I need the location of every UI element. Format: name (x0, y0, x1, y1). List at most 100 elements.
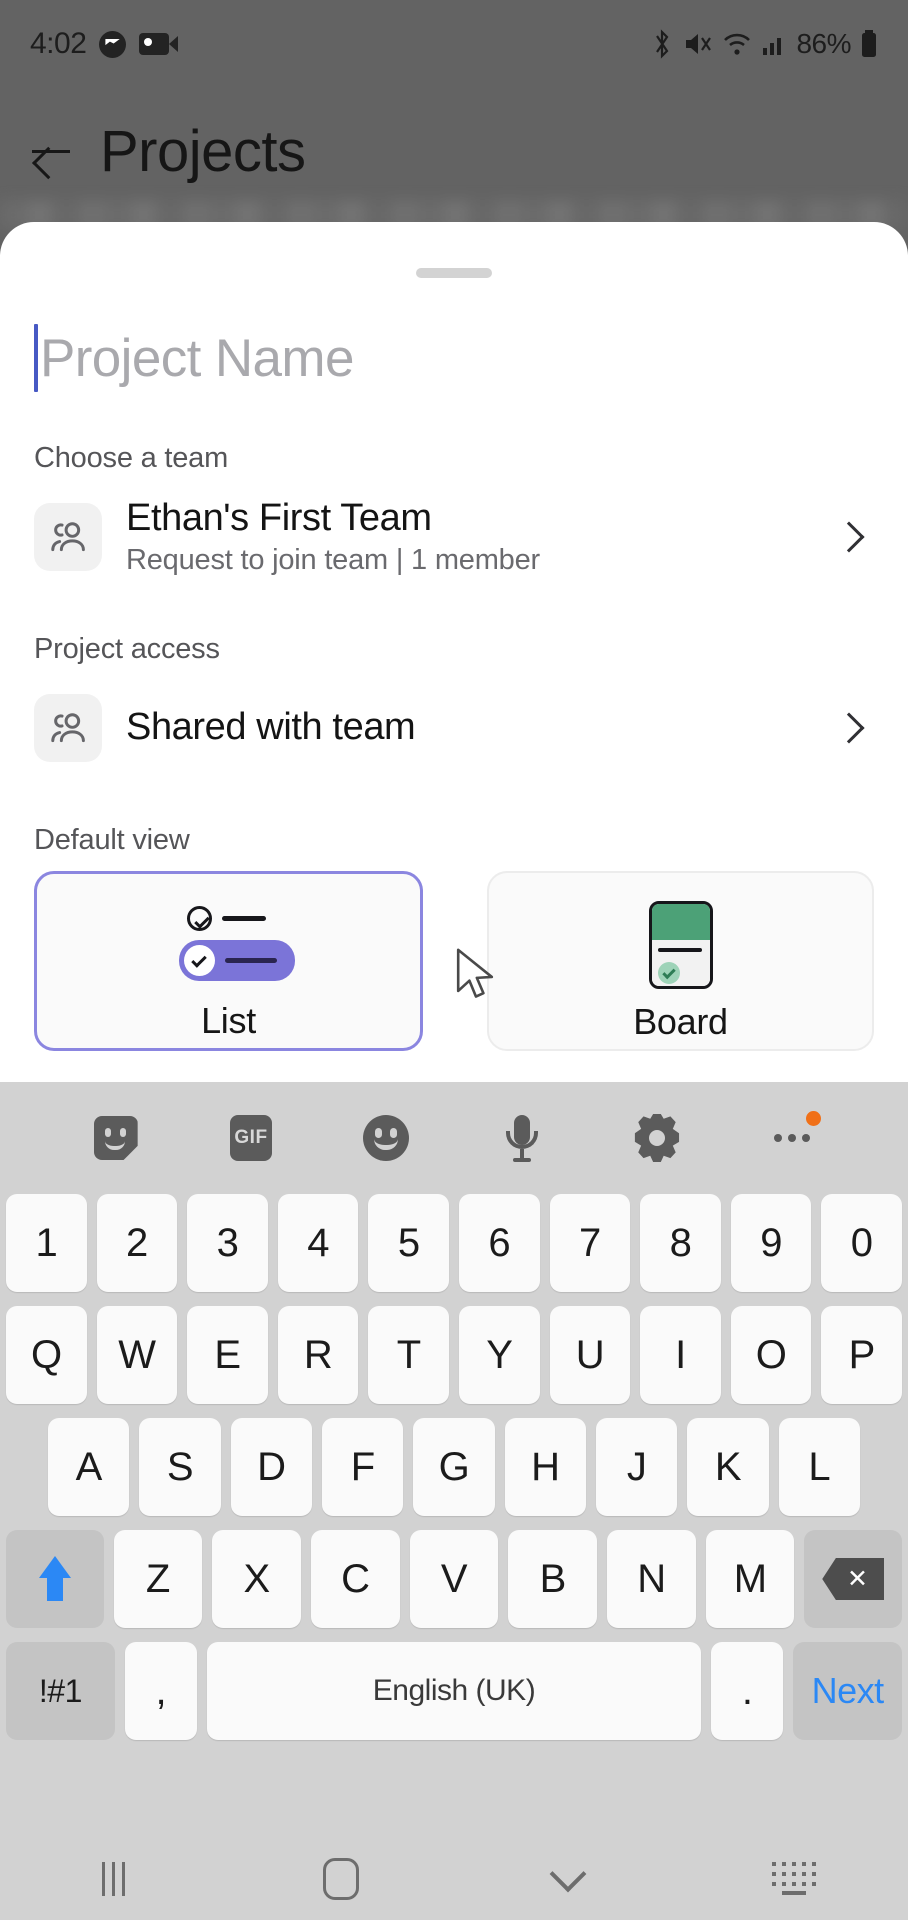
period-key[interactable]: . (711, 1642, 784, 1740)
status-bar-left: 4:02 (30, 27, 179, 61)
key-h[interactable]: H (504, 1418, 586, 1516)
space-key[interactable]: English (UK) (206, 1642, 702, 1740)
key-q[interactable]: Q (6, 1306, 87, 1404)
keyboard-switch-button[interactable] (681, 1838, 908, 1920)
key-z[interactable]: Z (113, 1530, 203, 1628)
key-e[interactable]: E (187, 1306, 268, 1404)
default-view-option-board-label: Board (633, 1001, 728, 1042)
keyboard-row-numbers: 1 2 3 4 5 6 7 8 9 0 (6, 1194, 902, 1292)
key-j[interactable]: J (595, 1418, 678, 1516)
key-g[interactable]: G (413, 1418, 495, 1516)
gif-icon-label: GIF (229, 1115, 272, 1161)
key-f[interactable]: F (322, 1418, 404, 1516)
wifi-icon (724, 33, 751, 55)
key-1[interactable]: 1 (6, 1194, 87, 1292)
key-x[interactable]: X (212, 1530, 301, 1628)
more-options-icon[interactable] (763, 1109, 822, 1167)
app-bar: Projects (0, 88, 908, 214)
backspace-key[interactable]: ✕ (804, 1530, 903, 1628)
chevron-right-icon[interactable] (833, 521, 865, 553)
key-n[interactable]: N (607, 1530, 696, 1628)
symbols-key[interactable]: !#1 (6, 1642, 115, 1740)
key-2[interactable]: 2 (96, 1194, 178, 1292)
team-name: Ethan's First Team (126, 496, 432, 539)
bluetooth-icon (656, 29, 669, 59)
keyboard-row-top: Q W E R T Y U I O P (6, 1306, 902, 1404)
key-8[interactable]: 8 (640, 1194, 721, 1292)
back-arrow-icon[interactable] (28, 128, 74, 174)
key-i[interactable]: I (640, 1306, 721, 1404)
key-7[interactable]: 7 (549, 1194, 631, 1292)
key-c[interactable]: C (310, 1530, 400, 1628)
key-4[interactable]: 4 (277, 1194, 359, 1292)
battery-icon (862, 30, 876, 57)
key-k[interactable]: K (687, 1418, 769, 1516)
on-screen-keyboard: GIF 1 2 3 4 5 6 7 8 9 0 Q W E R T Y U I … (0, 1082, 908, 1838)
system-navigation-bar (0, 1838, 908, 1920)
gif-icon[interactable]: GIF (222, 1109, 280, 1167)
team-row[interactable]: Ethan's First Team Request to join team … (34, 491, 874, 583)
mute-icon (686, 34, 712, 54)
home-icon (322, 1858, 359, 1900)
key-d[interactable]: D (230, 1418, 312, 1516)
key-0[interactable]: 0 (821, 1194, 902, 1292)
messenger-icon (99, 30, 127, 58)
key-v[interactable]: V (409, 1530, 499, 1628)
key-t[interactable]: T (368, 1306, 449, 1404)
key-3[interactable]: 3 (187, 1194, 268, 1292)
key-o[interactable]: O (730, 1306, 812, 1404)
sticker-icon[interactable] (87, 1109, 145, 1167)
emoji-icon[interactable] (357, 1109, 415, 1167)
default-view-option-list[interactable]: List (34, 871, 423, 1051)
mouse-pointer (456, 948, 494, 998)
status-bar-clock: 4:02 (30, 27, 87, 60)
project-access-row-text: Shared with team (126, 706, 838, 750)
key-y[interactable]: Y (459, 1306, 540, 1404)
default-view-label: Default view (34, 824, 190, 856)
key-r[interactable]: R (277, 1306, 359, 1404)
keyboard-row-bottom: Z X C V B N M ✕ (5, 1530, 903, 1628)
team-meta: Request to join team | 1 member (126, 544, 540, 577)
key-5[interactable]: 5 (368, 1194, 449, 1292)
battery-percent-label: 86% (796, 28, 851, 59)
gear-icon[interactable] (628, 1109, 686, 1167)
choose-team-label: Choose a team (34, 442, 229, 474)
keyboard-row-home: A S D F G H J K L (6, 1418, 902, 1516)
project-access-row[interactable]: Shared with team (34, 682, 874, 774)
chevron-right-icon[interactable] (833, 712, 865, 744)
key-m[interactable]: M (705, 1530, 795, 1628)
default-view-option-board[interactable]: Board (487, 871, 874, 1051)
key-b[interactable]: B (508, 1530, 598, 1628)
next-key[interactable]: Next (793, 1642, 902, 1740)
people-icon (34, 694, 102, 762)
project-name-field[interactable]: Project Name (34, 324, 874, 392)
recents-button[interactable] (0, 1838, 227, 1920)
sheet-drag-handle[interactable] (416, 268, 492, 278)
key-6[interactable]: 6 (459, 1194, 540, 1292)
project-name-placeholder: Project Name (40, 328, 354, 388)
hide-keyboard-button[interactable] (454, 1838, 681, 1920)
status-bar-right: 86% (650, 28, 878, 60)
default-view-option-list-label: List (201, 1000, 256, 1041)
key-9[interactable]: 9 (730, 1194, 812, 1292)
shift-arrow-icon (34, 1556, 76, 1602)
backspace-icon: ✕ (822, 1558, 885, 1600)
chevron-down-icon (549, 1855, 586, 1893)
page-title: Projects (100, 118, 306, 184)
shift-key[interactable] (5, 1530, 104, 1628)
key-a[interactable]: A (48, 1418, 130, 1516)
text-caret (34, 324, 38, 392)
key-p[interactable]: P (821, 1306, 902, 1404)
home-button[interactable] (227, 1838, 454, 1920)
phone-screen: 4:02 86% Projects Project Name Choose a … (0, 0, 908, 1920)
key-w[interactable]: W (96, 1306, 178, 1404)
comma-key[interactable]: , (124, 1642, 197, 1740)
key-s[interactable]: S (139, 1418, 221, 1516)
microphone-icon[interactable] (493, 1109, 551, 1167)
key-u[interactable]: U (549, 1306, 631, 1404)
key-l[interactable]: L (778, 1418, 860, 1516)
cellular-signal-icon (763, 38, 782, 55)
more-options-badge (806, 1111, 822, 1126)
board-view-icon (648, 901, 713, 989)
keyboard-row-modifiers: !#1 , English (UK) . Next (6, 1642, 902, 1740)
